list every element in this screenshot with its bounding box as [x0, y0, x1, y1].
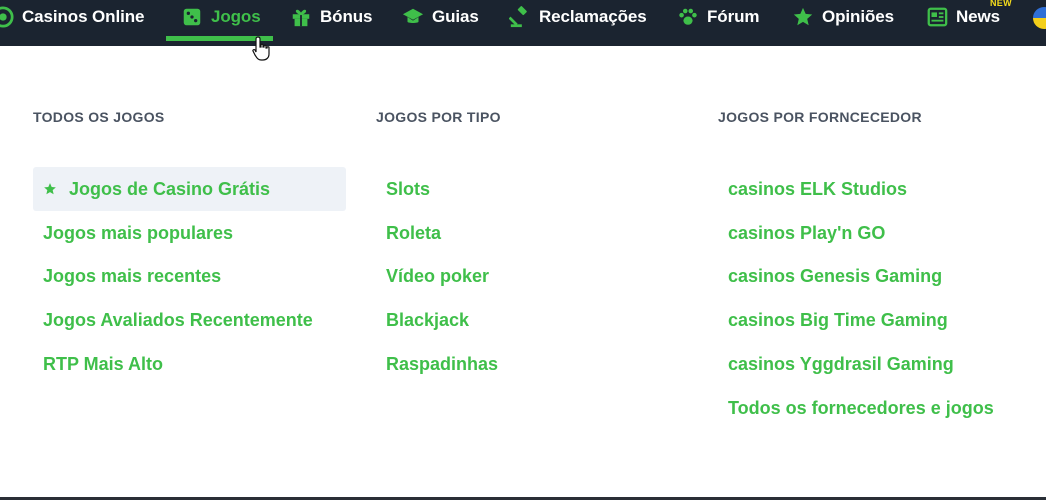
- column-title: JOGOS POR TIPO: [376, 109, 501, 125]
- graduation-cap-icon: [402, 6, 424, 28]
- star-icon: [792, 6, 814, 28]
- menu-link-jogos-mais-populares[interactable]: Jogos mais populares: [33, 211, 233, 255]
- menu-link-label: Jogos Avaliados Recentemente: [43, 309, 313, 330]
- menu-link-slots[interactable]: Slots: [376, 167, 430, 211]
- nav-item-guias[interactable]: Guias: [402, 0, 479, 34]
- nav-item-jogos[interactable]: Jogos: [181, 0, 261, 34]
- menu-link-raspadinhas[interactable]: Raspadinhas: [376, 342, 498, 386]
- column-title: JOGOS POR FORNCECEDOR: [718, 109, 922, 125]
- nav-label-casinos-online: Casinos Online: [22, 7, 145, 26]
- menu-link-label: casinos Big Time Gaming: [728, 309, 948, 330]
- nav-item-opinioes[interactable]: Opiniões: [792, 0, 894, 34]
- menu-link-jogos-avaliados-recentemente[interactable]: Jogos Avaliados Recentemente: [33, 298, 313, 342]
- menu-column-jogos-por-fornecedor: JOGOS POR FORNCECEDOR casinos ELK Studio…: [718, 109, 994, 418]
- menu-link-blackjack[interactable]: Blackjack: [376, 298, 469, 342]
- menu-link-label: Blackjack: [386, 309, 470, 330]
- menu-link-roleta[interactable]: Roleta: [376, 211, 441, 255]
- menu-link-label: Vídeo poker: [386, 265, 490, 286]
- menu-link-rtp-mais-alto[interactable]: RTP Mais Alto: [33, 342, 163, 386]
- nav-item-bonus[interactable]: Bónus: [290, 0, 372, 34]
- gift-icon: [290, 6, 312, 28]
- dice-icon: [181, 6, 203, 28]
- nav-label-jogos: Jogos: [211, 7, 261, 26]
- menu-link-jogos-mais-recentes[interactable]: Jogos mais recentes: [33, 254, 221, 298]
- gavel-icon: [509, 6, 531, 28]
- nav-item-casinos-online[interactable]: Casinos Online: [0, 0, 144, 34]
- menu-link-label: casinos Play'n GO: [728, 222, 886, 243]
- ukraine-flag-icon[interactable]: [1033, 7, 1046, 29]
- nav-item-news[interactable]: News: [926, 0, 1000, 34]
- menu-column-todos-os-jogos: TODOS OS JOGOS Jogos de Casino Grátis Jo…: [33, 109, 346, 374]
- menu-link-todos-os-fornecedores[interactable]: Todos os fornecedores e jogos: [718, 386, 994, 430]
- menu-link-yggdrasil-gaming[interactable]: casinos Yggdrasil Gaming: [718, 342, 954, 386]
- nav-label-reclamacoes: Reclamações: [539, 7, 647, 26]
- newspaper-icon: [926, 6, 948, 28]
- menu-link-label: Jogos mais populares: [43, 222, 234, 243]
- menu-link-jogos-de-casino-gratis[interactable]: Jogos de Casino Grátis: [33, 167, 346, 211]
- menu-link-label: casinos ELK Studios: [728, 178, 908, 199]
- nav-item-forum[interactable]: Fórum: [677, 0, 759, 34]
- star-icon: [43, 182, 57, 196]
- nav-label-forum: Fórum: [707, 7, 760, 26]
- nav-label-opinioes: Opiniões: [822, 7, 894, 26]
- nav-label-bonus: Bónus: [320, 7, 373, 26]
- nav-item-reclamacoes[interactable]: Reclamações: [509, 0, 647, 34]
- menu-link-label: casinos Genesis Gaming: [728, 265, 943, 286]
- menu-link-label: Roleta: [386, 222, 442, 243]
- hand-pointer-cursor-icon: [252, 36, 270, 61]
- menu-link-play-n-go[interactable]: casinos Play'n GO: [718, 211, 885, 255]
- menu-link-label: casinos Yggdrasil Gaming: [728, 353, 954, 374]
- menu-link-label: Raspadinhas: [386, 353, 499, 374]
- menu-link-label: Jogos mais recentes: [43, 265, 222, 286]
- top-navigation-bar: Casinos Online Jogos Bónus Guias Reclama…: [0, 0, 1046, 46]
- menu-link-video-poker[interactable]: Vídeo poker: [376, 254, 489, 298]
- menu-link-elk-studios[interactable]: casinos ELK Studios: [718, 167, 907, 211]
- nav-label-guias: Guias: [432, 7, 479, 26]
- menu-link-label: Slots: [386, 178, 431, 199]
- menu-link-label: RTP Mais Alto: [43, 353, 164, 374]
- menu-link-label: Jogos de Casino Grátis: [69, 178, 271, 199]
- menu-link-big-time-gaming[interactable]: casinos Big Time Gaming: [718, 298, 948, 342]
- new-badge: NEW: [990, 0, 1012, 8]
- menu-column-jogos-por-tipo: JOGOS POR TIPO Slots Roleta Vídeo poker …: [376, 109, 501, 374]
- menu-link-label: Todos os fornecedores e jogos: [728, 397, 994, 418]
- menu-link-genesis-gaming[interactable]: casinos Genesis Gaming: [718, 254, 942, 298]
- paw-icon: [677, 6, 699, 28]
- column-title: TODOS OS JOGOS: [33, 109, 165, 125]
- nav-label-news: News: [956, 7, 1001, 26]
- poker-chip-icon: [0, 6, 14, 28]
